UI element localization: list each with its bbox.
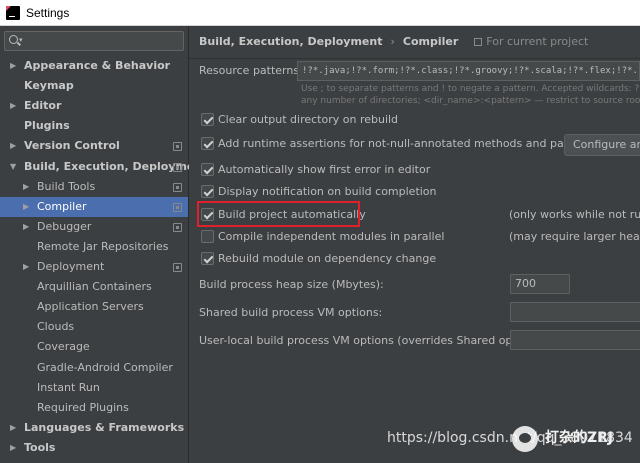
chevron-right-icon[interactable]: ▶ <box>23 257 29 277</box>
sidebar-item[interactable]: ▶ Appearance & Behavior <box>0 56 188 76</box>
sidebar-item-label: Required Plugins <box>37 400 129 414</box>
breadcrumb: Build, Execution, Deployment › Compiler For… <box>199 26 588 58</box>
user-vm-options-label: User-local build process VM options (ove… <box>199 334 548 347</box>
sidebar-item[interactable]: Required Plugins <box>0 398 188 418</box>
sidebar-item[interactable]: ▼ Build, Execution, Deployment <box>0 157 207 177</box>
sidebar-item-label: Compiler <box>37 199 87 213</box>
sidebar-item-label: Languages & Frameworks <box>24 420 185 434</box>
sidebar-item[interactable]: ▶ Deployment <box>0 257 188 277</box>
sidebar-item-label: Instant Run <box>37 380 100 394</box>
project-settings-icon <box>173 222 182 232</box>
sidebar-item[interactable]: Coverage <box>0 337 188 357</box>
wechat-logo-icon <box>512 426 538 452</box>
project-settings-icon <box>173 263 182 272</box>
display-notification-label: Display notification on build completion <box>218 185 437 198</box>
chevron-right-icon[interactable]: ▶ <box>10 56 16 76</box>
sidebar-item-label: Gradle-Android Compiler <box>37 360 173 374</box>
sidebar-item-label: Plugins <box>24 119 70 133</box>
resource-patterns-input[interactable]: !?*.java;!?*.form;!?*.class;!?*.groovy;!… <box>297 61 640 81</box>
sidebar-item-label: Coverage <box>37 340 90 354</box>
breadcrumb-parent[interactable]: Build, Execution, Deployment <box>199 35 382 48</box>
checkbox-checked-icon <box>201 163 214 176</box>
sidebar-item[interactable]: ▶ Compiler <box>0 196 188 217</box>
heap-size-input[interactable]: 700 <box>510 274 570 294</box>
resource-patterns-label: Resource patterns: <box>199 64 303 77</box>
sidebar-item-label: Clouds <box>37 320 75 334</box>
sidebar-item[interactable]: Arquillian Containers <box>0 277 188 297</box>
compile-parallel-label: Compile independent modules in parallel <box>218 230 445 243</box>
chevron-right-icon[interactable]: ▶ <box>10 96 16 116</box>
sidebar-item-label: Tools <box>24 440 56 454</box>
chevron-down-icon[interactable]: ▼ <box>10 157 16 177</box>
settings-sidebar: ▾ ▶ Appearance & Behavior Keymap ▶ Editor Plu… <box>0 26 207 463</box>
checkbox-checked-icon <box>201 185 214 198</box>
project-scope-icon <box>474 38 483 46</box>
sidebar-item[interactable]: Instant Run <box>0 378 188 398</box>
watermark-brand: 打杂的ZRJ <box>545 430 614 446</box>
window-title-bar: Settings <box>0 0 640 26</box>
shared-vm-options-label: Shared build process VM options: <box>199 306 383 319</box>
chevron-right-icon[interactable]: ▶ <box>23 197 29 217</box>
breadcrumb-separator: › <box>390 35 395 48</box>
sidebar-item[interactable]: ▶ Debugger <box>0 217 188 237</box>
settings-search-input[interactable]: ▾ <box>4 31 184 51</box>
chevron-right-icon[interactable]: ▶ <box>10 418 16 438</box>
sidebar-item[interactable]: ▶ Editor <box>0 96 188 116</box>
sidebar-item-label: Application Servers <box>37 300 144 314</box>
user-vm-options-input[interactable] <box>510 330 640 350</box>
sidebar-item[interactable]: Keymap <box>0 76 188 96</box>
sidebar-item[interactable]: Clouds <box>0 317 188 337</box>
chevron-right-icon[interactable]: ▶ <box>23 217 29 237</box>
sidebar-item-label: Debugger <box>37 219 92 233</box>
header-divider <box>189 58 640 59</box>
chevron-right-icon[interactable]: ▶ <box>10 136 16 156</box>
sidebar-item[interactable]: Gradle-Android Compiler <box>0 358 188 378</box>
checkbox-checked-icon <box>201 113 214 126</box>
sidebar-item-label: Appearance & Behavior <box>24 59 171 72</box>
sidebar-item[interactable]: Application Servers <box>0 297 188 317</box>
sidebar-item[interactable]: ▶ Build Tools <box>0 177 188 197</box>
window-title: Settings <box>26 5 70 20</box>
sidebar-item[interactable]: ▶ Tools <box>0 438 188 458</box>
sidebar-item[interactable]: ▶ Languages & Frameworks <box>0 418 188 438</box>
show-first-error-label: Automatically show first error in editor <box>218 163 431 176</box>
shared-vm-options-input[interactable] <box>510 302 640 322</box>
patterns-hint-line-1: Use ; to separate patterns and ! to nega… <box>301 84 640 94</box>
configure-annotations-button[interactable]: Configure anno <box>564 134 640 156</box>
sidebar-item-label: Arquillian Containers <box>37 280 152 294</box>
sidebar-item-label: Editor <box>24 99 62 113</box>
sidebar-item-label: Build Tools <box>37 179 96 193</box>
breadcrumb-current: Compiler <box>402 35 459 48</box>
build-automatically-note: (only works while not runnin <box>509 208 640 221</box>
project-settings-icon <box>173 182 182 192</box>
sidebar-item-label: Keymap <box>24 79 74 93</box>
intellij-app-icon <box>6 5 20 20</box>
checkbox-unchecked-icon <box>201 230 214 243</box>
patterns-hint-line-2: any number of directories; <dir_name>:<p… <box>301 96 640 106</box>
clear-output-label: Clear output directory on rebuild <box>218 113 399 126</box>
checkbox-checked-icon <box>201 252 214 265</box>
highlight-annotation-box <box>197 201 360 227</box>
scope-text: For current project <box>486 35 589 48</box>
sidebar-item-label: Deployment <box>37 260 105 273</box>
compile-parallel-note: (may require larger heap siz <box>509 230 640 243</box>
checkbox-checked-icon <box>201 137 214 150</box>
heap-size-label: Build process heap size (Mbytes): <box>199 278 384 291</box>
search-icon <box>9 35 18 44</box>
chevron-right-icon[interactable]: ▶ <box>23 177 29 197</box>
sidebar-item[interactable]: ▶ Version Control <box>0 136 188 156</box>
compiler-settings-panel: Build, Execution, Deployment › Compiler For… <box>189 26 640 463</box>
sidebar-item-label: Remote Jar Repositories <box>37 239 169 253</box>
scope-label: For current project <box>474 35 588 48</box>
project-settings-icon <box>173 162 182 172</box>
sidebar-item[interactable]: Plugins <box>0 116 188 136</box>
project-settings-icon <box>173 202 182 212</box>
project-settings-icon <box>173 142 182 152</box>
chevron-down-icon: ▾ <box>19 36 23 44</box>
runtime-assertions-label: Add runtime assertions for not-null-anno… <box>218 137 614 150</box>
rebuild-on-change-label: Rebuild module on dependency change <box>218 252 437 265</box>
chevron-right-icon[interactable]: ▶ <box>10 438 16 458</box>
sidebar-item[interactable]: Remote Jar Repositories <box>0 237 188 257</box>
sidebar-item-label: Version Control <box>24 139 120 153</box>
